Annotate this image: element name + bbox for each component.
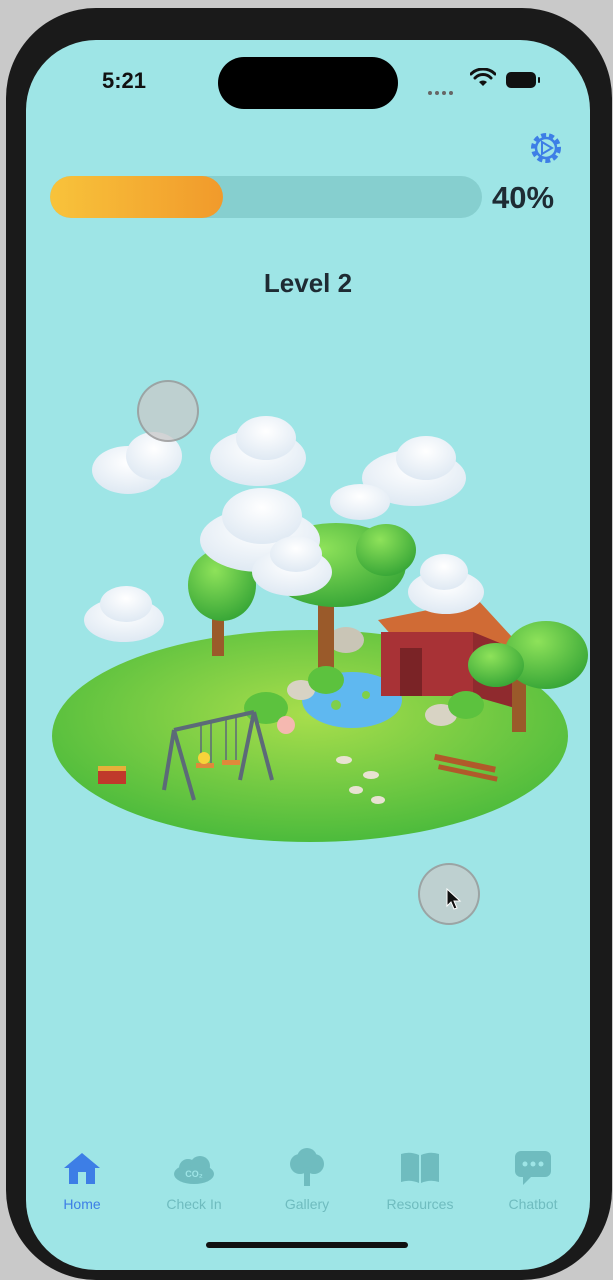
tree-icon xyxy=(257,1148,357,1188)
wifi-icon xyxy=(470,68,496,86)
tab-home[interactable]: Home xyxy=(32,1148,132,1212)
book-icon xyxy=(370,1148,470,1188)
house-icon xyxy=(32,1148,132,1188)
app-screen: 5:21 40% Level 2 Home CO₂ Check In Galle… xyxy=(26,40,590,1270)
gear-icon[interactable] xyxy=(528,130,564,166)
tab-chatbot[interactable]: Chatbot xyxy=(483,1148,583,1212)
progress-fill xyxy=(50,176,223,218)
home-indicator xyxy=(206,1242,408,1248)
co2-cloud-icon: CO₂ xyxy=(144,1148,244,1188)
tab-resources[interactable]: Resources xyxy=(370,1148,470,1212)
tab-label: Chatbot xyxy=(508,1196,558,1212)
tab-bar: Home CO₂ Check In Gallery Resources Chat… xyxy=(26,1148,590,1228)
dynamic-island xyxy=(218,57,398,109)
tab-label: Check In xyxy=(166,1196,222,1212)
touch-indicator xyxy=(137,380,199,442)
tab-label: Resources xyxy=(386,1196,454,1212)
signal-dots-icon xyxy=(428,82,458,95)
status-time: 5:21 xyxy=(102,68,147,93)
garden-island-illustration[interactable] xyxy=(26,360,590,880)
battery-icon xyxy=(506,72,540,88)
tab-label: Gallery xyxy=(284,1196,330,1212)
level-progress-bar xyxy=(50,176,482,218)
svg-text:CO₂: CO₂ xyxy=(185,1169,203,1179)
chat-bubble-icon xyxy=(483,1148,583,1188)
tab-gallery[interactable]: Gallery xyxy=(257,1148,357,1212)
tab-check-in[interactable]: CO₂ Check In xyxy=(144,1148,244,1212)
level-title: Level 2 xyxy=(263,268,353,298)
cursor-icon xyxy=(446,888,462,910)
progress-percentage: 40% xyxy=(492,180,555,215)
tab-label: Home xyxy=(63,1196,101,1212)
